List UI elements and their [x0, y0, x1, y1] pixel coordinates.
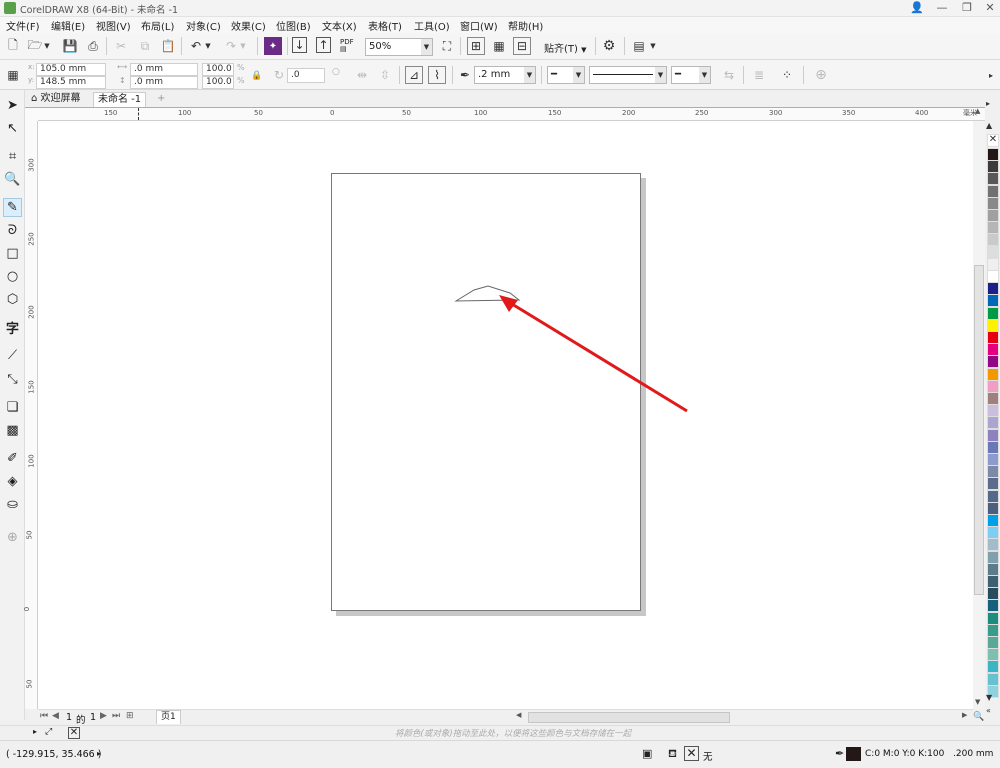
total-pages: 1 — [90, 712, 97, 723]
color-swatch[interactable] — [987, 672, 999, 686]
fill-status-label: 无 — [703, 752, 713, 763]
scroll-down-icon[interactable]: ▼ — [975, 698, 980, 706]
color-swatch[interactable] — [987, 343, 999, 357]
color-swatch[interactable] — [987, 623, 999, 637]
color-swatch[interactable] — [987, 306, 999, 320]
color-swatch[interactable] — [987, 282, 999, 296]
color-swatch[interactable] — [987, 221, 999, 235]
expand-status-icon[interactable]: ▸ — [97, 749, 101, 758]
color-swatch[interactable] — [987, 477, 999, 491]
color-swatch[interactable] — [987, 184, 999, 198]
previous-page-icon[interactable]: ◀ — [52, 711, 59, 721]
scroll-right-icon[interactable]: ▶ — [962, 711, 967, 719]
no-color-swatch-icon[interactable]: ✕ — [987, 134, 999, 147]
cursor-coordinates: ( -129.915, 35.466 ) — [6, 749, 102, 760]
document-palette-hint: 将颜色(或对象)拖动至此处，以便将这些颜色与文档存储在一起 — [395, 729, 632, 739]
color-swatch[interactable] — [987, 233, 999, 247]
palette-scroll-up-icon[interactable]: ▲ — [986, 121, 992, 130]
color-swatch[interactable] — [987, 428, 999, 442]
current-page-number: 1 — [66, 712, 73, 723]
first-page-icon[interactable]: ⏮ — [40, 711, 48, 721]
eyedropper-icon[interactable]: ⤢ — [45, 727, 52, 737]
outline-color-swatch[interactable] — [846, 747, 861, 761]
color-swatch[interactable] — [987, 636, 999, 649]
color-swatch[interactable] — [987, 587, 999, 601]
color-swatch[interactable] — [987, 550, 999, 564]
color-swatch[interactable] — [987, 160, 999, 174]
color-swatch[interactable] — [987, 465, 999, 479]
color-swatch[interactable] — [987, 379, 999, 393]
canvas-overlay — [454, 285, 688, 413]
color-swatch[interactable] — [987, 611, 999, 625]
color-swatch[interactable] — [987, 526, 999, 540]
outline-color-label: C:0 M:0 Y:0 K:100 — [865, 749, 945, 759]
document-palette-bar: ▸ ⤢ ✕ 将颜色(或对象)拖动至此处，以便将这些颜色与文档存储在一起 — [0, 725, 1000, 740]
color-swatch[interactable] — [987, 501, 999, 515]
page-of-label: 的 — [76, 715, 86, 726]
horizontal-scrollbar-thumb[interactable] — [528, 712, 730, 723]
color-swatch[interactable] — [987, 367, 999, 381]
palette-scroll-down-icon[interactable]: ▼ — [986, 693, 992, 702]
color-swatch[interactable] — [987, 538, 999, 552]
color-swatch[interactable] — [987, 270, 999, 283]
color-swatch[interactable] — [987, 489, 999, 503]
status-bar: ( -129.915, 35.466 ) ▸ ▣ ⛾ ✕ 无 ✒ C:0 M:0… — [0, 740, 1000, 768]
color-swatch[interactable] — [987, 404, 999, 418]
palette-scroll-right-icon[interactable]: ▸ — [986, 99, 990, 108]
fill-bucket-icon: ⛾ — [668, 747, 677, 760]
color-swatch[interactable] — [987, 209, 999, 222]
color-swatch[interactable] — [987, 392, 999, 405]
scroll-left-icon[interactable]: ◀ — [516, 711, 521, 719]
color-swatch[interactable] — [987, 331, 999, 344]
vertical-scrollbar-thumb[interactable] — [974, 265, 984, 595]
color-swatch[interactable] — [987, 416, 999, 430]
color-swatch[interactable] — [987, 294, 999, 308]
document-color-settings-icon[interactable]: ▣ — [642, 747, 652, 760]
scroll-up-icon[interactable]: ▲ — [975, 107, 980, 115]
palette-options-icon[interactable]: ▸ — [33, 727, 37, 736]
color-swatch[interactable] — [987, 453, 999, 466]
outline-width-status: .200 mm — [953, 749, 994, 759]
color-swatch[interactable] — [987, 562, 999, 576]
outline-pen-status-icon: ✒ — [835, 747, 845, 760]
color-swatch[interactable] — [987, 196, 999, 210]
page-tab-label: 页1 — [161, 712, 176, 722]
color-swatch[interactable] — [987, 660, 999, 674]
page-tab[interactable]: 页1 — [156, 710, 181, 724]
color-swatch[interactable] — [987, 575, 999, 588]
next-page-icon[interactable]: ▶ — [100, 711, 107, 721]
color-swatch[interactable] — [987, 440, 999, 454]
last-page-icon[interactable]: ⏭ — [112, 711, 120, 721]
zoom-small-icon[interactable]: 🔍 — [973, 712, 984, 722]
color-swatch[interactable] — [987, 257, 999, 271]
color-swatch[interactable] — [987, 245, 999, 259]
page-navigator: ⏮ ◀ 1 的 1 ▶ ⏭ ⊞ 页1 ◀ ▶ — [38, 709, 973, 726]
fill-none-icon[interactable]: ✕ — [684, 746, 699, 761]
no-color-icon[interactable]: ✕ — [68, 727, 80, 739]
add-page-icon[interactable]: ⊞ — [126, 711, 134, 721]
palette-expand-icon[interactable]: « — [986, 706, 991, 715]
color-swatch[interactable] — [987, 514, 999, 527]
color-swatch[interactable] — [987, 318, 999, 332]
color-swatch[interactable] — [987, 355, 999, 369]
color-swatch[interactable] — [987, 148, 999, 161]
color-swatch[interactable] — [987, 172, 999, 186]
color-swatch[interactable] — [987, 648, 999, 662]
color-swatch[interactable] — [987, 599, 999, 613]
annotation-arrow-line — [511, 302, 688, 413]
